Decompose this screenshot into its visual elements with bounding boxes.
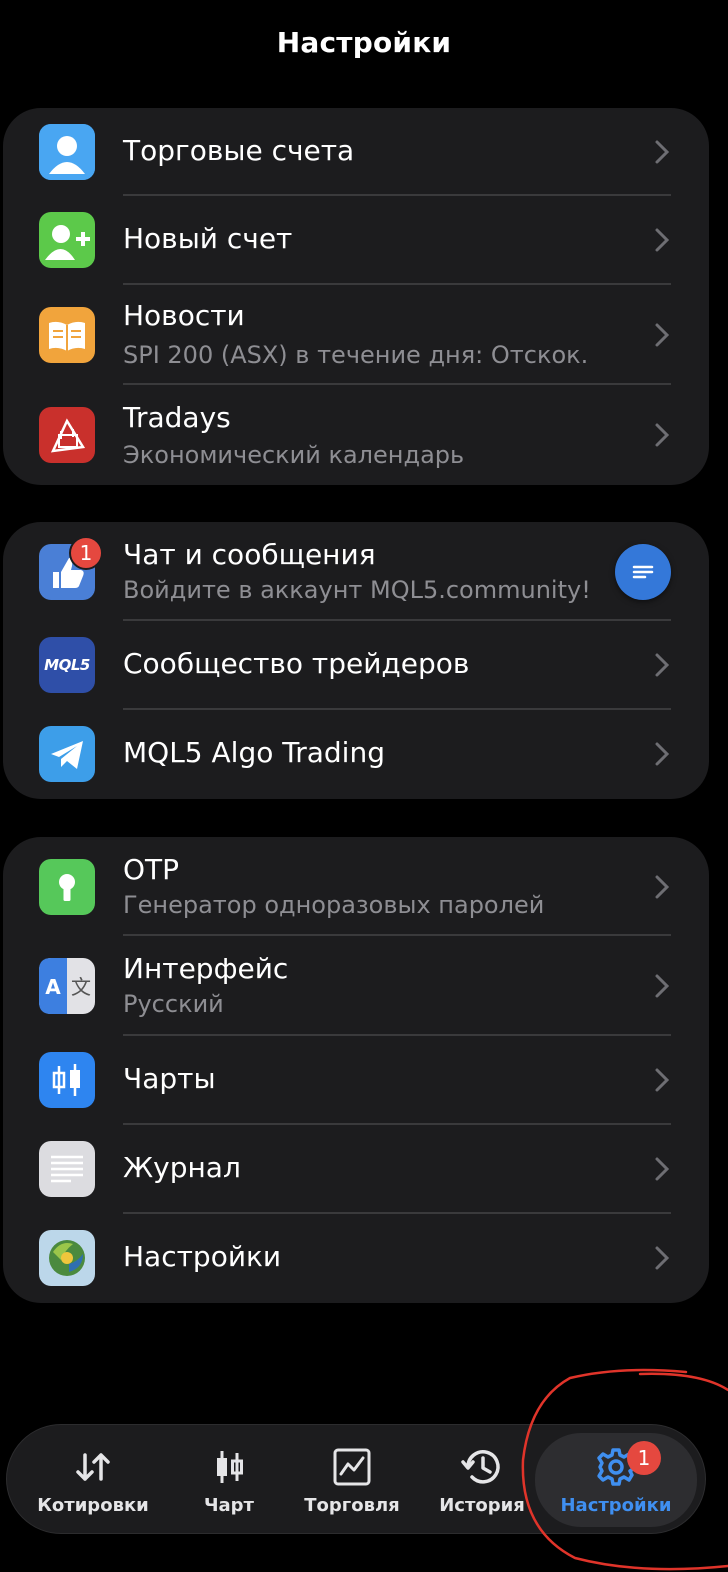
row-journal[interactable]: Журнал	[3, 1125, 709, 1214]
tab-label: Настройки	[560, 1494, 672, 1516]
row-settings[interactable]: Настройки	[3, 1214, 709, 1303]
tab-label: История	[439, 1494, 525, 1516]
row-label: MQL5 Algo Trading	[123, 736, 385, 769]
row-new-account[interactable]: Новый счет	[3, 196, 709, 285]
chevron-right-icon	[655, 1246, 670, 1270]
person-add-icon	[39, 212, 95, 268]
telegram-icon	[39, 726, 95, 782]
row-label: Журнал	[123, 1151, 241, 1184]
row-chat[interactable]: 1 Чат и сообщения Войдите в аккаунт MQL5…	[3, 522, 709, 621]
row-community[interactable]: MQL5 Сообщество трейдеров	[3, 621, 709, 710]
chevron-right-icon	[655, 140, 670, 164]
tab-trade[interactable]: Торговля	[297, 1425, 407, 1535]
arrows-up-down-icon	[73, 1445, 113, 1489]
settings-group-community: 1 Чат и сообщения Войдите в аккаунт MQL5…	[3, 522, 709, 799]
row-subtitle: Русский	[123, 990, 224, 1018]
chevron-right-icon	[655, 1068, 670, 1092]
row-label: Tradays	[123, 401, 231, 434]
keyhole-icon	[39, 859, 95, 915]
tab-label: Котировки	[37, 1494, 149, 1516]
chevron-right-icon	[655, 1157, 670, 1181]
row-label: Чарты	[123, 1062, 216, 1095]
chevron-right-icon	[655, 875, 670, 899]
page-title: Настройки	[276, 26, 452, 59]
row-charts[interactable]: Чарты	[3, 1036, 709, 1125]
trade-chart-icon	[332, 1445, 372, 1489]
chat-fab-button[interactable]	[615, 544, 671, 600]
row-interface[interactable]: A文 Интерфейс Русский	[3, 936, 709, 1036]
tab-settings[interactable]: Настройки 1	[535, 1433, 697, 1527]
calendar-icon	[39, 407, 95, 463]
tab-label: Чарт	[203, 1494, 254, 1516]
candlestick-icon	[39, 1052, 95, 1108]
svg-text:A: A	[45, 975, 61, 999]
person-icon	[39, 124, 95, 180]
tab-chart[interactable]: Чарт	[179, 1425, 279, 1535]
chevron-right-icon	[655, 228, 670, 252]
history-clock-icon	[460, 1445, 504, 1489]
row-subtitle: Экономический календарь	[123, 441, 465, 469]
chevron-right-icon	[655, 742, 670, 766]
row-label: Чат и сообщения	[123, 538, 376, 571]
lines-icon	[632, 565, 654, 579]
tab-quotes[interactable]: Котировки	[33, 1425, 153, 1535]
row-algo-trading[interactable]: MQL5 Algo Trading	[3, 710, 709, 799]
row-subtitle: Войдите в аккаунт MQL5.community!	[123, 576, 591, 604]
thumbs-up-icon: 1	[39, 536, 103, 600]
row-subtitle: Генератор одноразовых паролей	[123, 891, 545, 919]
notification-badge: 1	[627, 1441, 661, 1475]
row-label: Торговые счета	[123, 134, 355, 167]
journal-lines-icon	[39, 1141, 95, 1197]
tab-history[interactable]: История	[427, 1425, 537, 1535]
row-subtitle: SPI 200 (ASX) в течение дня: Отскок.	[123, 341, 589, 369]
row-otp[interactable]: OTP Генератор одноразовых паролей	[3, 837, 709, 936]
mql5-logo-icon: MQL5	[39, 637, 95, 693]
tab-label: Торговля	[304, 1494, 400, 1516]
chevron-right-icon	[655, 653, 670, 677]
book-icon	[39, 307, 95, 363]
chevron-right-icon	[655, 323, 670, 347]
settings-group-app: OTP Генератор одноразовых паролей A文 Инт…	[3, 837, 709, 1303]
row-label: Интерфейс	[123, 952, 289, 985]
svg-text:文: 文	[71, 975, 91, 999]
chevron-right-icon	[655, 423, 670, 447]
row-news[interactable]: Новости SPI 200 (ASX) в течение дня: Отс…	[3, 285, 709, 385]
translate-icon: A文	[39, 958, 95, 1014]
settings-group-accounts: Торговые счета Новый счет Новости SPI 20…	[3, 108, 709, 485]
notification-badge: 1	[69, 536, 103, 570]
row-trading-accounts[interactable]: Торговые счета	[3, 108, 709, 196]
row-label: Новый счет	[123, 222, 293, 255]
row-label: Сообщество трейдеров	[123, 647, 470, 680]
row-label: OTP	[123, 853, 180, 886]
row-label: Настройки	[123, 1240, 282, 1273]
bottom-tab-bar: Котировки Чарт Торговля История Настройк…	[6, 1424, 706, 1534]
chevron-right-icon	[655, 974, 670, 998]
metatrader-icon	[39, 1230, 95, 1286]
row-label: Новости	[123, 299, 245, 332]
row-tradays[interactable]: Tradays Экономический календарь	[3, 385, 709, 485]
candlestick-icon	[212, 1445, 246, 1489]
